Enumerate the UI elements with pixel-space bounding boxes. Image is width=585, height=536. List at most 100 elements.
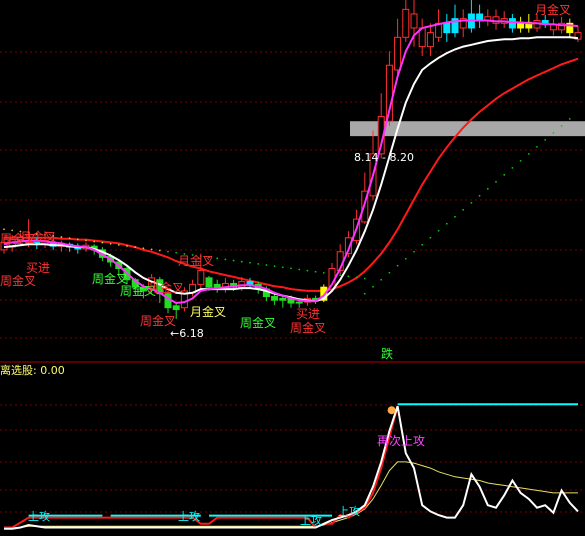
attack-label-3: 上攻 (338, 504, 360, 518)
support-dot-58 (478, 194, 481, 197)
support-dot-67 (552, 131, 555, 134)
support-dot-43 (355, 276, 358, 279)
hand-pointer-icon (387, 406, 396, 415)
moving-average-magenta (3, 19, 579, 305)
support-dot-1 (11, 229, 14, 232)
attack-label-2: 上攻 (300, 513, 322, 527)
indicator-lines (4, 403, 579, 530)
support-dot-9 (76, 238, 79, 241)
signal-label-2: 周金叉 (0, 273, 36, 288)
support-dot-44 (363, 292, 366, 295)
support-dot-59 (486, 187, 489, 190)
support-dot-41 (339, 274, 342, 277)
support-dot-65 (536, 145, 538, 148)
candle-body-50 (410, 13, 418, 29)
support-dot-12 (101, 241, 104, 244)
ma-magenta-line (3, 19, 579, 305)
support-dot-20 (167, 250, 169, 253)
support-dot-7 (60, 236, 63, 238)
support-dot-27 (224, 258, 227, 261)
price-low-label: ←6.18 (170, 327, 204, 340)
ma-red-line (4, 57, 579, 292)
moving-average-white (3, 36, 579, 303)
indicator-labels: 上攻 上攻 上攻上攻 (28, 406, 396, 527)
support-dot-10 (85, 239, 87, 242)
candle-body-36 (295, 301, 303, 304)
support-dot-39 (322, 271, 325, 274)
support-dot-32 (265, 264, 268, 266)
signal-label-11: 买进 (296, 307, 320, 321)
signal-label-9: 周金叉 (240, 315, 276, 330)
candle-body-49 (402, 8, 410, 38)
attack-label-1: 上攻 (178, 509, 200, 523)
second-attack-label: 再次上攻 (377, 434, 425, 448)
support-dot-61 (503, 173, 506, 176)
support-dot-60 (495, 180, 497, 183)
signal-label-10: 月金叉 (148, 280, 184, 295)
candle-body-25 (205, 277, 213, 288)
signal-label-7: 月金叉 (190, 304, 226, 319)
signal-label-5: 月金叉 (178, 253, 214, 268)
indicator-panel-title: 离选股: 0.00 (0, 363, 65, 377)
price-band-label: 8.14 - 8.20 (354, 151, 414, 164)
support-dot-17 (142, 247, 145, 250)
support-dot-56 (462, 208, 465, 211)
support-dot-28 (232, 259, 235, 262)
candle-body-21 (172, 305, 180, 311)
support-dot-35 (290, 267, 292, 270)
support-dot-68 (560, 124, 563, 127)
indicator-white-line (4, 405, 579, 530)
support-dot-0 (3, 228, 5, 231)
support-dot-62 (511, 166, 514, 169)
candle-body-33 (271, 296, 279, 301)
support-dot-63 (519, 159, 522, 162)
support-dot-34 (281, 266, 284, 269)
candle-body-34 (279, 297, 287, 301)
support-dot-21 (175, 251, 178, 254)
support-dot-42 (347, 275, 350, 278)
stock-chart: 周金叉买进周金叉 周金叉月金叉月金叉周金叉月金叉周金叉 周金叉月金叉买进周金叉月金叉… (0, 0, 585, 530)
ma-white-line (3, 36, 579, 303)
support-dot-14 (117, 244, 120, 246)
grid-lines (0, 51, 585, 513)
attack-label-0: 上攻 (28, 509, 50, 523)
support-dot-18 (150, 248, 153, 251)
signal-label-8: 周金叉 (140, 313, 176, 328)
support-dot-16 (134, 246, 137, 249)
moving-average-red (4, 57, 579, 292)
support-dot-15 (126, 245, 128, 247)
support-dot-52 (429, 236, 432, 239)
support-dot-44 (363, 277, 366, 280)
support-dot-38 (314, 270, 317, 273)
candlesticks (0, 0, 582, 319)
candle-body-52 (426, 32, 434, 48)
support-dot-53 (437, 229, 440, 232)
support-dot-48 (396, 264, 399, 267)
candle-body-30 (246, 281, 254, 285)
support-dot-30 (249, 261, 251, 264)
support-dot-8 (68, 237, 71, 240)
support-dot-13 (109, 242, 112, 245)
support-dot-55 (454, 215, 456, 218)
support-dot-51 (421, 243, 424, 246)
support-dot-49 (404, 257, 407, 260)
support-dot-11 (93, 240, 96, 243)
signal-label-13: 月金叉 (535, 2, 571, 17)
support-dot-31 (257, 263, 260, 265)
signal-label-1: 买进 (26, 261, 50, 275)
support-dot-47 (388, 271, 391, 274)
support-dot-37 (306, 269, 309, 272)
support-dot-50 (413, 250, 415, 253)
support-dot-69 (568, 117, 571, 120)
drop-marker: 跌 (381, 346, 393, 361)
support-dot-26 (216, 257, 219, 260)
support-dot-64 (527, 152, 530, 155)
signal-label-4: 月金叉 (20, 229, 56, 244)
support-dot-29 (240, 260, 243, 263)
signal-label-12: 周金叉 (290, 320, 326, 335)
support-dot-19 (158, 249, 161, 252)
support-dot-45 (372, 285, 374, 288)
candle-body-24 (197, 269, 205, 285)
support-dot-46 (380, 278, 383, 281)
support-dot-36 (298, 268, 301, 271)
